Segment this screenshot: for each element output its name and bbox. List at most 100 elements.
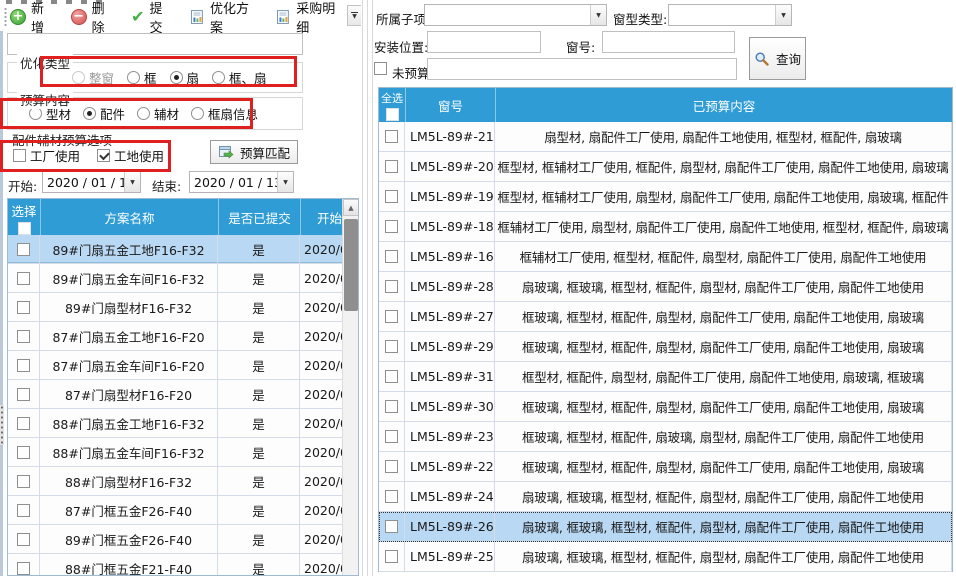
window-table-row[interactable]: LM5L-89#-25F23 扇玻璃, 框玻璃, 框型材, 框配件, 扇型材, … [379, 542, 952, 572]
row-select-cell[interactable] [379, 212, 405, 242]
factory-use-checkbox[interactable]: 工厂使用 [13, 146, 80, 165]
row-checkbox[interactable] [385, 370, 398, 383]
row-checkbox[interactable] [385, 130, 398, 143]
install-position-input[interactable] [427, 31, 541, 53]
window-table-row[interactable]: LM5L-89#-20F18 框型材, 框辅材工厂使用, 框配件, 扇型材, 扇… [379, 152, 952, 182]
plan-table-row[interactable]: 89#门扇五金工地F16-F32 是 2020/0 [8, 235, 358, 264]
row-select-cell[interactable] [379, 452, 405, 482]
row-checkbox[interactable] [385, 430, 398, 443]
row-select-cell[interactable] [8, 380, 40, 409]
scroll-up-arrow-icon[interactable]: ▲ [343, 199, 359, 216]
row-checkbox[interactable] [17, 417, 30, 430]
chevron-down-icon[interactable]: ▼ [775, 5, 791, 25]
window-table-row[interactable]: LM5L-89#-22F20 框玻璃, 框型材, 框配件, 扇型材, 扇配件工厂… [379, 452, 952, 482]
left-splitter-grip[interactable] [0, 405, 4, 445]
unbudgeted-input[interactable] [427, 58, 737, 80]
site-use-checkbox[interactable]: 工地使用 [97, 146, 164, 165]
toolbar-grip[interactable] [4, 7, 7, 27]
budget-match-button[interactable]: 预算匹配 [210, 140, 298, 164]
row-checkbox[interactable] [17, 446, 30, 459]
window-table-row[interactable]: LM5L-89#-26F24 扇玻璃, 框玻璃, 框型材, 框配件, 扇型材, … [379, 512, 952, 542]
window-table-row[interactable]: LM5L-89#-29F27 框玻璃, 框型材, 框配件, 扇型材, 扇配件工厂… [379, 332, 952, 362]
toolbar-overflow-button[interactable]: ▼ [347, 5, 362, 26]
window-table-row[interactable]: LM5L-89#-18F16 框辅材工厂使用, 扇型材, 扇配件工厂使用, 扇配… [379, 212, 952, 242]
select-all-checkbox[interactable] [386, 108, 399, 121]
row-select-cell[interactable] [379, 542, 405, 572]
row-checkbox[interactable] [17, 388, 30, 401]
budgeted-content-column-header[interactable]: 已预算内容 [495, 88, 952, 122]
row-checkbox[interactable] [385, 490, 398, 503]
window-table-row[interactable]: LM5L-89#-23F21 框玻璃, 框型材, 框配件, 扇玻璃, 扇型材, … [379, 422, 952, 452]
optimize-plan-button[interactable]: 优化方案 [189, 0, 261, 36]
window-table-row[interactable]: LM5L-89#-27F25 框玻璃, 框型材, 框配件, 扇型材, 扇配件工厂… [379, 302, 952, 332]
budget-content-radio-auxiliary[interactable]: 辅材 [137, 104, 179, 123]
window-table-row[interactable]: LM5L-89#-28F26 扇玻璃, 框玻璃, 框型材, 框配件, 扇型材, … [379, 272, 952, 302]
row-checkbox[interactable] [385, 340, 398, 353]
row-checkbox[interactable] [385, 190, 398, 203]
row-select-cell[interactable] [379, 512, 405, 542]
row-select-cell[interactable] [8, 264, 40, 293]
scrollbar-thumb[interactable] [344, 219, 358, 311]
plan-table-row[interactable]: 87#门框五金F26-F40 是 2020/0 [8, 496, 358, 525]
window-table-row[interactable]: LM5L-89#-30F28 框玻璃, 框型材, 框配件, 扇型材, 扇配件工厂… [379, 392, 952, 422]
row-select-cell[interactable] [8, 554, 40, 576]
plan-table-row[interactable]: 87#门扇型材F16-F20 是 2020/0 [8, 380, 358, 409]
row-checkbox[interactable] [385, 160, 398, 173]
row-checkbox[interactable] [17, 330, 30, 343]
row-select-cell[interactable] [8, 293, 40, 322]
optimize-type-radio-frame[interactable]: 框 [127, 68, 157, 87]
row-select-cell[interactable] [379, 152, 405, 182]
chevron-down-icon[interactable]: ▼ [124, 172, 140, 192]
plan-table-row[interactable]: 88#门扇五金车间F16-F32 是 2020/0 [8, 438, 358, 467]
optimize-type-radio-frame-sash[interactable]: 框、扇 [212, 68, 267, 87]
row-checkbox[interactable] [17, 301, 30, 314]
budget-content-radio-fitting[interactable]: 配件 [83, 104, 125, 123]
row-select-cell[interactable] [379, 362, 405, 392]
row-select-cell[interactable] [379, 332, 405, 362]
row-checkbox[interactable] [385, 400, 398, 413]
row-select-cell[interactable] [379, 392, 405, 422]
select-column-header[interactable]: 选择 [8, 199, 40, 235]
plan-table-row[interactable]: 89#门扇型材F16-F32 是 2020/0 [8, 293, 358, 322]
sub-item-select[interactable]: ▼ [424, 4, 607, 26]
plan-filter-input[interactable] [7, 33, 303, 55]
row-select-cell[interactable] [8, 351, 40, 380]
row-checkbox[interactable] [17, 533, 30, 546]
row-select-cell[interactable] [379, 422, 405, 452]
row-checkbox[interactable] [385, 550, 398, 563]
row-checkbox[interactable] [385, 520, 398, 533]
row-select-cell[interactable] [379, 482, 405, 512]
row-checkbox[interactable] [17, 562, 30, 575]
optimize-type-radio-whole-window[interactable]: 整窗 [72, 68, 114, 87]
row-checkbox[interactable] [17, 504, 30, 517]
window-table-row[interactable]: LM5L-89#-31F29 框型材, 框配件, 扇型材, 扇配件工厂使用, 扇… [379, 362, 952, 392]
plan-table-row[interactable]: 87#门扇五金车间F16-F20 是 2020/0 [8, 351, 358, 380]
submit-button[interactable]: ✔ 提交 [131, 0, 175, 36]
window-table-row[interactable]: LM5L-89#-21F19 扇型材, 扇配件工厂使用, 扇配件工地使用, 框型… [379, 122, 952, 152]
row-checkbox[interactable] [385, 250, 398, 263]
end-date-picker[interactable]: 2020 / 01 / 13 ▼ [189, 171, 294, 193]
row-checkbox[interactable] [385, 280, 398, 293]
row-checkbox[interactable] [385, 460, 398, 473]
row-select-cell[interactable] [8, 525, 40, 554]
window-table-row[interactable]: LM5L-89#-24F22 扇玻璃, 框玻璃, 框型材, 框配件, 扇型材, … [379, 482, 952, 512]
row-checkbox[interactable] [17, 475, 30, 488]
optimize-type-radio-sash[interactable]: 扇 [170, 68, 200, 87]
add-button[interactable]: + 新增 [10, 0, 57, 36]
row-select-cell[interactable] [379, 122, 405, 152]
plan-table-scrollbar[interactable]: ▲ [342, 199, 358, 575]
budget-content-radio-frame-sash-info[interactable]: 框扇信息 [191, 104, 258, 123]
plan-name-column-header[interactable]: 方案名称 [40, 199, 218, 235]
plan-table-row[interactable]: 88#门扇五金工地F16-F32 是 2020/0 [8, 409, 358, 438]
select-all-checkbox[interactable] [18, 222, 31, 235]
row-select-cell[interactable] [379, 272, 405, 302]
row-checkbox[interactable] [385, 310, 398, 323]
row-select-cell[interactable] [8, 322, 40, 351]
delete-button[interactable]: − 删除 [71, 0, 118, 36]
row-select-cell[interactable] [379, 242, 405, 272]
start-date-picker[interactable]: 2020 / 01 / 1 ▼ [42, 171, 141, 193]
row-checkbox[interactable] [17, 359, 30, 372]
select-all-column-header[interactable]: 全选 [379, 88, 405, 122]
window-no-column-header[interactable]: 窗号 [405, 88, 495, 122]
plan-table-row[interactable]: 88#门框五金F21-F40 是 2020/0 [8, 554, 358, 576]
